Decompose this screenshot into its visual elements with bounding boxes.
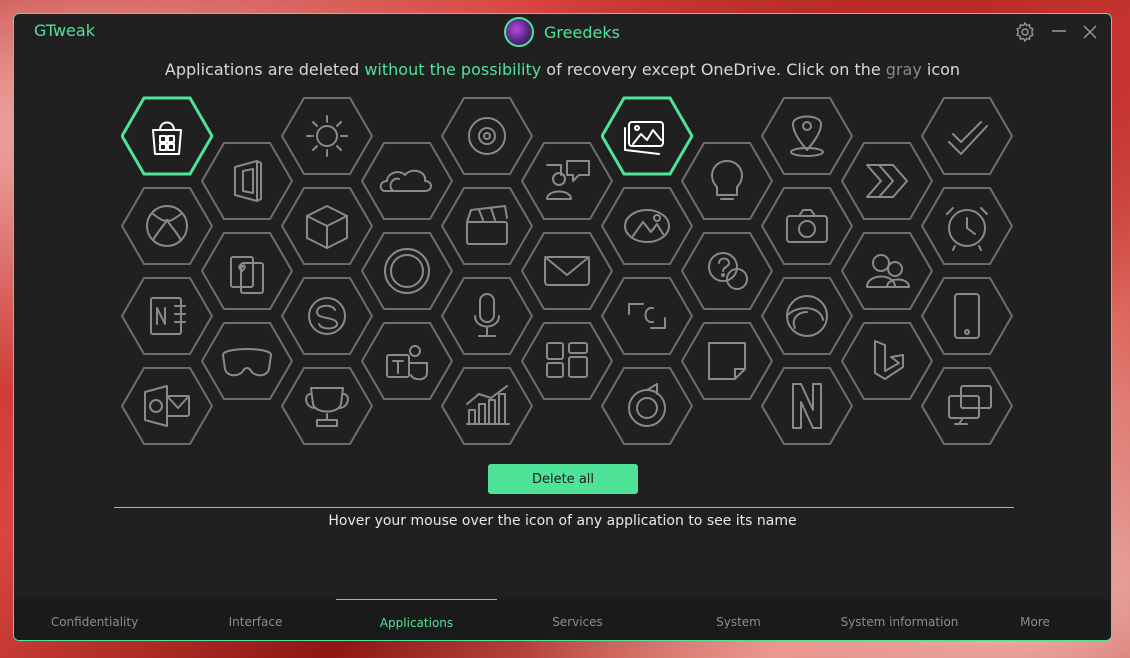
app-tile-bing[interactable] — [841, 321, 933, 401]
app-tile-todo[interactable] — [921, 96, 1013, 176]
maps-icon — [790, 115, 824, 157]
app-tile-office[interactable] — [201, 141, 293, 221]
app-tile-tips[interactable] — [681, 141, 773, 221]
family-icon — [866, 254, 910, 288]
edge-icon — [786, 295, 828, 337]
app-tile-groove-music[interactable] — [441, 96, 533, 176]
tab-system[interactable]: System — [658, 599, 819, 640]
remote-desktop-icon — [948, 385, 992, 425]
photos-icon — [624, 121, 664, 155]
app-window: GTweak Greedeks Applications are deleted… — [13, 13, 1112, 641]
app-tile-voice-recorder[interactable] — [441, 276, 533, 356]
app-tile-solitaire-trophy[interactable] — [281, 366, 373, 446]
app-tile-mail[interactable] — [521, 231, 613, 311]
people-icon — [546, 160, 590, 200]
onenote-icon — [150, 297, 186, 335]
solitaire-trophy-icon — [305, 387, 349, 427]
app-tile-media-player[interactable] — [601, 366, 693, 446]
clipchamp-icon — [628, 303, 666, 329]
app-tile-power-automate[interactable] — [841, 141, 933, 221]
app-tile-movies-tv[interactable] — [441, 186, 533, 266]
app-tile-alarms[interactable] — [921, 186, 1013, 266]
tab-more[interactable]: More — [980, 599, 1090, 640]
onedrive-icon — [379, 169, 432, 192]
app-tile-solitaire[interactable] — [201, 231, 293, 311]
phone-link-icon — [954, 293, 980, 339]
hover-hint: Hover your mouse over the icon of any ap… — [328, 513, 797, 529]
tips-icon — [711, 160, 743, 200]
tab-system-information[interactable]: System information — [819, 599, 980, 640]
app-tile-clipchamp[interactable] — [601, 276, 693, 356]
alarms-icon — [946, 207, 988, 251]
app-tile-weather[interactable] — [281, 96, 373, 176]
app-tile-phone-link[interactable] — [921, 276, 1013, 356]
app-tile-remote-desktop[interactable] — [921, 366, 1013, 446]
app-tile-maps[interactable] — [761, 96, 853, 176]
get-help-icon — [708, 252, 748, 290]
app-tile-3d-viewer[interactable] — [281, 186, 373, 266]
store-icon — [152, 121, 182, 155]
skype-icon — [308, 297, 346, 335]
mixed-reality-icon — [222, 348, 272, 377]
groove-music-icon — [468, 117, 506, 155]
app-tile-widgets[interactable] — [521, 321, 613, 401]
app-icon-grid — [14, 14, 1111, 474]
office-icon — [234, 160, 262, 202]
mail-icon — [544, 256, 590, 286]
app-tile-photos[interactable] — [601, 96, 693, 176]
teams-icon — [386, 345, 428, 381]
todo-icon — [948, 121, 988, 155]
widgets-icon — [546, 342, 588, 378]
app-tile-paint-3d[interactable] — [601, 186, 693, 266]
power-automate-icon — [866, 164, 908, 198]
3d-viewer-icon — [306, 205, 348, 249]
paint-3d-icon — [624, 209, 670, 243]
solitaire-icon — [230, 256, 264, 294]
app-tile-mixed-reality[interactable] — [201, 321, 293, 401]
app-tile-cortana[interactable] — [361, 231, 453, 311]
app-tile-sticky-notes[interactable] — [681, 321, 773, 401]
bing-icon — [874, 340, 904, 380]
app-tile-outlook[interactable] — [121, 366, 213, 446]
app-tile-edge[interactable] — [761, 276, 853, 356]
app-tile-camera[interactable] — [761, 186, 853, 266]
sticky-notes-icon — [708, 342, 746, 380]
app-tile-people[interactable] — [521, 141, 613, 221]
finance-icon — [466, 385, 510, 425]
xbox-icon — [146, 205, 188, 247]
tab-confidentiality[interactable]: Confidentiality — [14, 599, 175, 640]
app-tile-store[interactable] — [121, 96, 213, 176]
app-tile-netflix[interactable] — [761, 366, 853, 446]
camera-icon — [786, 209, 828, 243]
outlook-icon — [144, 385, 190, 427]
divider — [114, 507, 1014, 508]
movies-tv-icon — [466, 205, 508, 245]
media-player-icon — [628, 383, 666, 427]
tab-applications[interactable]: Applications — [336, 599, 497, 640]
voice-recorder-icon — [474, 293, 500, 337]
app-tile-get-help[interactable] — [681, 231, 773, 311]
tab-services[interactable]: Services — [497, 599, 658, 640]
app-tile-onenote[interactable] — [121, 276, 213, 356]
app-tile-skype[interactable] — [281, 276, 373, 356]
cortana-icon — [384, 248, 430, 294]
app-tile-onedrive[interactable] — [361, 141, 453, 221]
app-tile-family[interactable] — [841, 231, 933, 311]
app-tile-finance[interactable] — [441, 366, 533, 446]
tab-interface[interactable]: Interface — [175, 599, 336, 640]
app-tile-teams[interactable] — [361, 321, 453, 401]
weather-icon — [306, 115, 348, 157]
app-tile-xbox[interactable] — [121, 186, 213, 266]
netflix-icon — [792, 383, 822, 429]
bottom-nav: Confidentiality Interface Applications Serv… — [14, 599, 1111, 640]
delete-all-button[interactable]: Delete all — [488, 464, 638, 494]
